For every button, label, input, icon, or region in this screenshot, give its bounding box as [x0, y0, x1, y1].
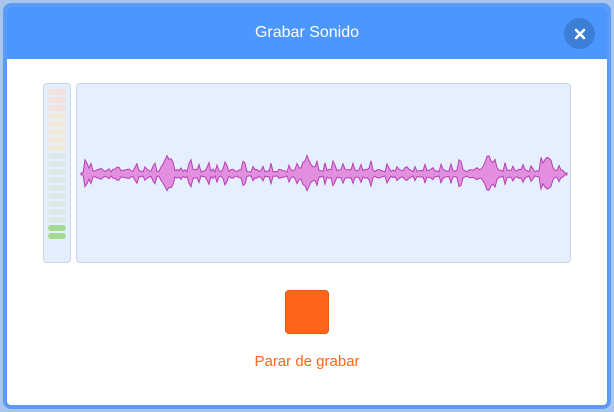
- waveform-panel: [76, 83, 571, 263]
- meter-segment: [48, 129, 66, 135]
- waveform-shape: [80, 154, 568, 192]
- meter-segment: [48, 161, 66, 167]
- meter-segment: [48, 185, 66, 191]
- meter-segment: [48, 153, 66, 159]
- meter-segment: [48, 225, 66, 231]
- meter-segment: [48, 177, 66, 183]
- meter-segment: [48, 137, 66, 143]
- record-sound-dialog: Grabar Sonido Parar de grabar: [3, 3, 611, 409]
- meter-segment: [48, 169, 66, 175]
- stop-recording-label[interactable]: Parar de grabar: [7, 353, 607, 370]
- close-icon: [574, 28, 585, 39]
- meter-segment: [48, 217, 66, 223]
- meter-segment: [48, 209, 66, 215]
- recording-waveform: [80, 154, 568, 192]
- meter-segment: [48, 105, 66, 111]
- meter-segment: [48, 121, 66, 127]
- dialog-title: Grabar Sonido: [254, 24, 360, 41]
- meter-segment: [48, 113, 66, 119]
- meter-segment: [48, 201, 66, 207]
- volume-level-meter: [43, 83, 71, 263]
- meter-segment: [48, 193, 66, 199]
- stop-recording-button[interactable]: [285, 290, 329, 334]
- meter-segment: [48, 145, 66, 151]
- meter-segment: [48, 97, 66, 103]
- meter-segment: [48, 233, 66, 239]
- meter-segment: [48, 89, 66, 95]
- dialog-header: Grabar Sonido: [7, 7, 607, 59]
- close-button[interactable]: [564, 18, 595, 49]
